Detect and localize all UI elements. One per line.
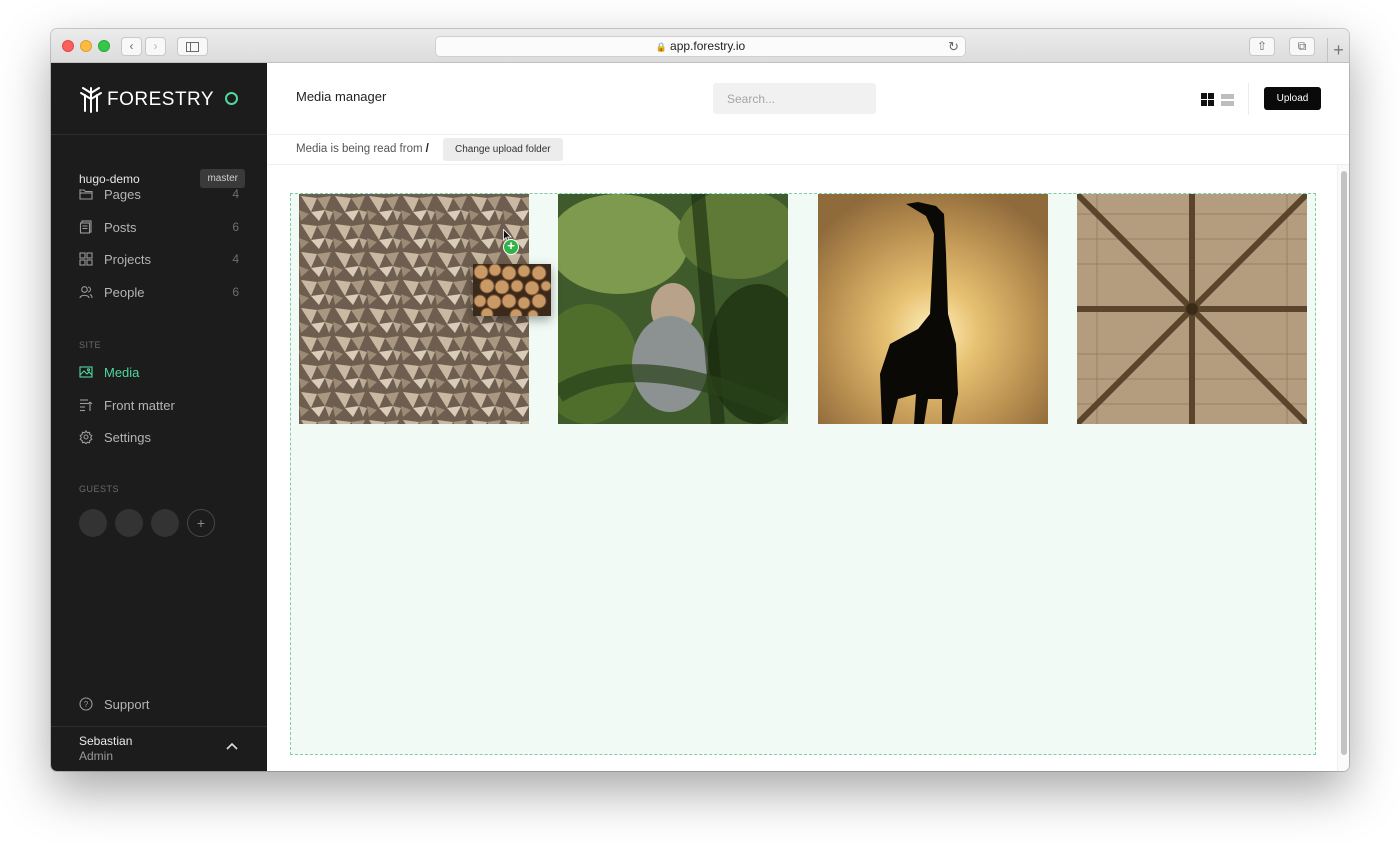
forward-icon[interactable]: › xyxy=(145,37,166,56)
user-name: Sebastian xyxy=(79,734,133,748)
sidebar-item-label: Projects xyxy=(104,251,151,267)
brand-logo[interactable]: FORESTRY xyxy=(79,85,214,115)
grid-view-icon[interactable] xyxy=(1201,93,1214,106)
sidebar-item-people[interactable]: People 6 xyxy=(79,281,239,303)
sidebar-item-posts[interactable]: Posts 6 xyxy=(79,216,239,238)
sidebar-item-pages[interactable]: Pages 4 xyxy=(79,183,239,205)
close-window-button[interactable] xyxy=(62,40,74,52)
page-title: Media manager xyxy=(296,89,387,104)
chevron-up-icon[interactable] xyxy=(225,741,239,751)
lock-icon: 🔒 xyxy=(655,42,668,52)
guests-section-label: GUESTS xyxy=(79,484,120,494)
gear-icon xyxy=(79,430,93,444)
media-item-forest[interactable] xyxy=(558,194,788,424)
folder-icon xyxy=(79,189,93,200)
support-link[interactable]: ? Support xyxy=(79,693,239,715)
site-section-label: SITE xyxy=(79,340,102,350)
sidebar-item-count: 4 xyxy=(232,187,239,201)
read-from-path: / xyxy=(425,143,429,155)
sidebar: FORESTRY hugo-demo master Pages 4 Posts … xyxy=(51,63,267,771)
main-content: Media manager Upload Media is being read… xyxy=(267,63,1349,771)
user-role: Admin xyxy=(79,749,114,763)
posts-icon xyxy=(79,220,92,234)
browser-window: ‹ › 🔒 app.forestry.io ↻ ⇧ ⧉ + FORESTRY h… xyxy=(51,29,1349,771)
read-from-text: Media is being read from / xyxy=(296,143,429,155)
people-icon xyxy=(79,286,93,299)
toolbar-divider xyxy=(1248,83,1249,115)
top-bar: Media manager Upload xyxy=(267,63,1349,135)
giraffe-image xyxy=(818,194,1048,424)
zoom-window-button[interactable] xyxy=(98,40,110,52)
dragged-file-preview xyxy=(473,264,551,316)
list-view-icon[interactable] xyxy=(1221,93,1234,106)
sidebar-toggle-icon[interactable] xyxy=(177,37,208,56)
grid-icon xyxy=(79,252,93,266)
url-text: app.forestry.io xyxy=(670,39,746,53)
help-icon: ? xyxy=(79,697,93,711)
sidebar-item-count: 6 xyxy=(232,220,239,234)
sidebar-item-projects[interactable]: Projects 4 xyxy=(79,248,239,270)
address-bar[interactable]: 🔒 app.forestry.io ↻ xyxy=(435,36,966,57)
sidebar-divider xyxy=(51,134,267,135)
back-icon[interactable]: ‹ xyxy=(121,37,142,56)
scrollbar[interactable] xyxy=(1337,165,1349,771)
sidebar-item-label: Front matter xyxy=(104,397,175,413)
media-path-bar: Media is being read from / Change upload … xyxy=(267,135,1349,165)
sidebar-item-label: Pages xyxy=(104,186,141,202)
media-item-giraffe[interactable] xyxy=(818,194,1048,424)
image-icon xyxy=(79,366,93,378)
search-input[interactable] xyxy=(713,83,876,114)
sidebar-item-label: Settings xyxy=(104,429,151,445)
reload-icon[interactable]: ↻ xyxy=(948,37,959,56)
browser-titlebar: ‹ › 🔒 app.forestry.io ↻ ⇧ ⧉ + xyxy=(51,29,1349,63)
sidebar-item-count: 4 xyxy=(232,252,239,266)
guest-avatar[interactable] xyxy=(115,509,143,537)
sidebar-item-media[interactable]: Media xyxy=(79,361,239,383)
guest-avatar[interactable] xyxy=(79,509,107,537)
sidebar-item-front-matter[interactable]: Front matter xyxy=(79,394,239,416)
media-item-roof[interactable] xyxy=(1077,194,1307,424)
connection-status-icon xyxy=(225,92,238,105)
forest-image xyxy=(558,194,788,424)
minimize-window-button[interactable] xyxy=(80,40,92,52)
upload-button[interactable]: Upload xyxy=(1264,87,1321,110)
sidebar-item-label: Media xyxy=(104,364,140,380)
svg-text:?: ? xyxy=(84,700,89,709)
wooden-roof-image xyxy=(1077,194,1307,424)
change-upload-folder-button[interactable]: Change upload folder xyxy=(443,138,563,161)
sidebar-item-count: 6 xyxy=(232,285,239,299)
sidebar-item-label: People xyxy=(104,284,145,300)
copy-plus-icon: + xyxy=(503,239,519,255)
scrollbar-thumb[interactable] xyxy=(1341,171,1347,755)
brand-name: FORESTRY xyxy=(107,89,215,110)
support-label: Support xyxy=(104,696,150,712)
sidebar-item-label: Posts xyxy=(104,219,137,235)
sidebar-item-settings[interactable]: Settings xyxy=(79,426,239,448)
tabs-overview-icon[interactable]: ⧉ xyxy=(1289,37,1315,56)
share-icon[interactable]: ⇧ xyxy=(1249,37,1275,56)
add-guest-button[interactable]: + xyxy=(187,509,215,537)
front-matter-icon xyxy=(80,399,93,412)
forestry-tree-icon xyxy=(80,87,102,113)
user-menu[interactable]: Sebastian Admin xyxy=(79,734,132,764)
log-ends-image xyxy=(473,264,551,316)
new-tab-icon[interactable]: + xyxy=(1327,38,1349,63)
sidebar-divider xyxy=(51,726,267,727)
guest-avatar[interactable] xyxy=(151,509,179,537)
